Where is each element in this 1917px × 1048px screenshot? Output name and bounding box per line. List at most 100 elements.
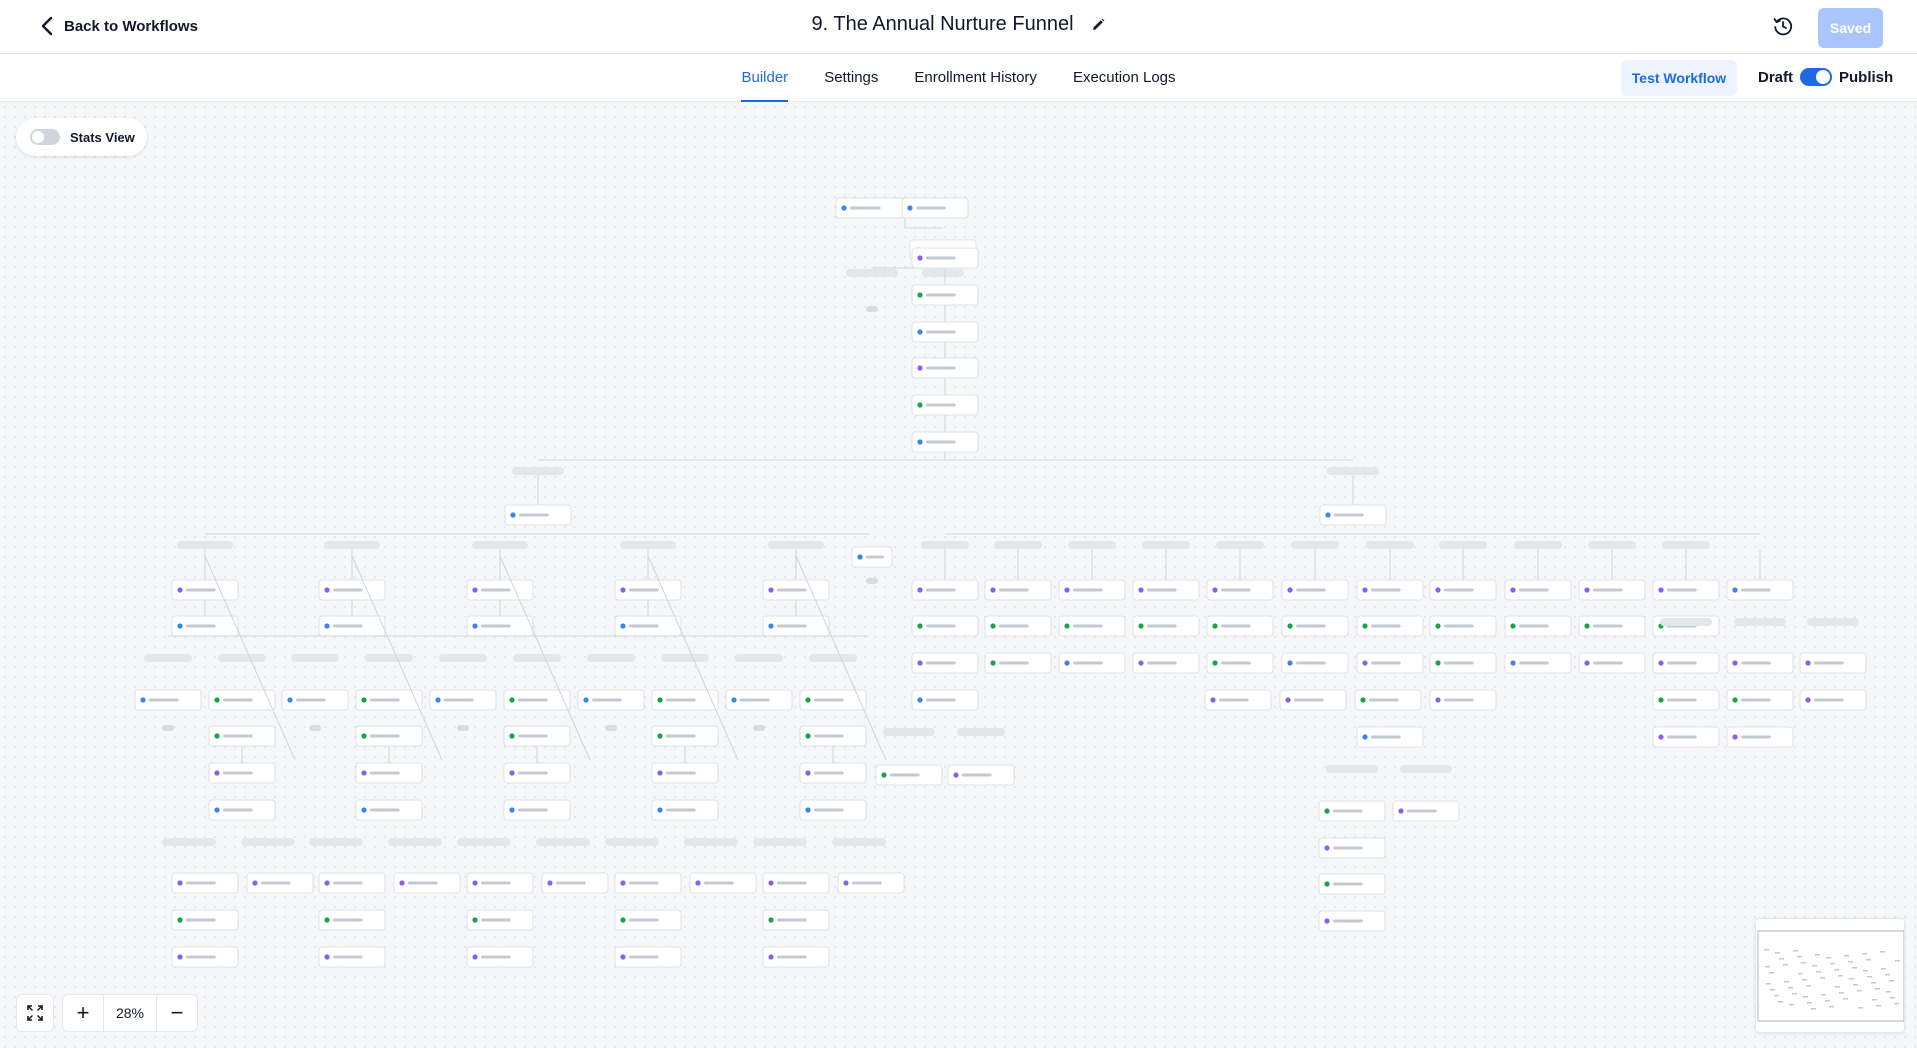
node-icon (472, 917, 478, 923)
node-icon (1435, 697, 1441, 703)
node-text-line (333, 955, 363, 959)
node-text-line (186, 918, 216, 922)
node-text-line (814, 698, 844, 702)
test-workflow-button[interactable]: Test Workflow (1621, 60, 1737, 96)
node-text-line (333, 918, 363, 922)
node-text-line (1444, 588, 1474, 592)
node-icon (509, 807, 515, 813)
node-text-line (370, 698, 400, 702)
minimap-node (1765, 966, 1770, 968)
tab-execution-logs[interactable]: Execution Logs (1073, 54, 1176, 102)
node-icon (472, 587, 478, 593)
workflow-node (281, 689, 349, 711)
workflow-canvas[interactable] (0, 102, 1917, 1048)
node-icon (1362, 587, 1368, 593)
minimap[interactable] (1755, 918, 1905, 1033)
saved-button[interactable]: Saved (1818, 8, 1883, 48)
edit-pencil-icon[interactable] (1090, 17, 1106, 33)
branch-pill (957, 728, 1005, 736)
node-icon (361, 770, 367, 776)
workflow-node (1652, 652, 1720, 674)
branch-pill (512, 467, 564, 475)
node-icon (1138, 660, 1144, 666)
node-icon (1324, 808, 1330, 814)
stats-view-toggle[interactable] (30, 129, 60, 145)
minimap-node (1839, 992, 1844, 994)
minimap-node (1876, 1005, 1881, 1007)
branch-pill (457, 838, 511, 846)
node-text-line (866, 555, 884, 559)
workflow-node (911, 321, 979, 343)
node-icon (1212, 623, 1218, 629)
branch-pill (144, 654, 192, 662)
workflow-node (901, 197, 969, 219)
workflow-node (466, 579, 534, 601)
zoom-out-button[interactable]: − (157, 995, 197, 1031)
workflow-node (1726, 652, 1794, 674)
node-icon (731, 697, 737, 703)
node-text-line (519, 513, 549, 517)
minimap-node (1834, 969, 1839, 971)
workflow-node (1132, 579, 1200, 601)
node-text-line (1221, 588, 1251, 592)
node-icon (583, 697, 589, 703)
workflow-node (466, 872, 534, 894)
node-text-line (666, 734, 696, 738)
node-icon (1362, 623, 1368, 629)
branch-pill (661, 654, 709, 662)
node-icon (509, 697, 515, 703)
fit-view-button[interactable] (16, 994, 54, 1032)
workflow-title: 9. The Annual Nurture Funnel (811, 13, 1074, 35)
branch-pill (309, 838, 363, 846)
minimap-node (1793, 950, 1798, 952)
workflow-node (1578, 579, 1646, 601)
node-text-line (186, 881, 216, 885)
node-icon (1324, 845, 1330, 851)
branch-pill (241, 838, 295, 846)
node-icon (214, 807, 220, 813)
publish-toggle[interactable] (1800, 68, 1832, 86)
tab-settings[interactable]: Settings (824, 54, 878, 102)
node-icon (768, 954, 774, 960)
node-icon (1435, 623, 1441, 629)
workflow-node (762, 579, 830, 601)
branch-pill (1662, 541, 1710, 549)
node-text-line (1814, 661, 1844, 665)
node-icon (435, 697, 441, 703)
node-icon (1658, 660, 1664, 666)
node-icon (140, 697, 146, 703)
node-icon (1362, 734, 1368, 740)
node-text-line (1371, 735, 1401, 739)
tab-enrollment-history[interactable]: Enrollment History (914, 54, 1037, 102)
stats-view-label: Stats View (70, 129, 135, 145)
workflow-node (837, 872, 905, 894)
minimap-node (1885, 974, 1890, 976)
workflow-node (799, 762, 867, 784)
node-text-line (481, 918, 511, 922)
minimap-node (1816, 971, 1821, 973)
node-icon (1138, 623, 1144, 629)
node-text-line (1073, 588, 1103, 592)
workflow-node (171, 615, 239, 637)
workflow-node (1204, 689, 1272, 711)
zoom-in-button[interactable]: + (63, 995, 103, 1031)
node-text-line (1814, 698, 1844, 702)
history-icon[interactable] (1772, 15, 1794, 37)
end-marker (605, 725, 617, 731)
node-text-line (223, 771, 253, 775)
branch-pill (324, 541, 380, 549)
workflow-node (614, 579, 682, 601)
node-icon (1212, 660, 1218, 666)
node-text-line (1333, 882, 1363, 886)
minimap-node (1835, 986, 1840, 988)
node-icon (177, 587, 183, 593)
workflow-node (1206, 615, 1274, 637)
workflow-node (1318, 910, 1386, 932)
workflow-node (1429, 689, 1497, 711)
workflow-node (466, 615, 534, 637)
branch-pill (846, 269, 898, 277)
node-icon (1287, 660, 1293, 666)
minimap-node (1848, 961, 1853, 963)
tab-builder[interactable]: Builder (741, 54, 788, 102)
node-icon (805, 807, 811, 813)
